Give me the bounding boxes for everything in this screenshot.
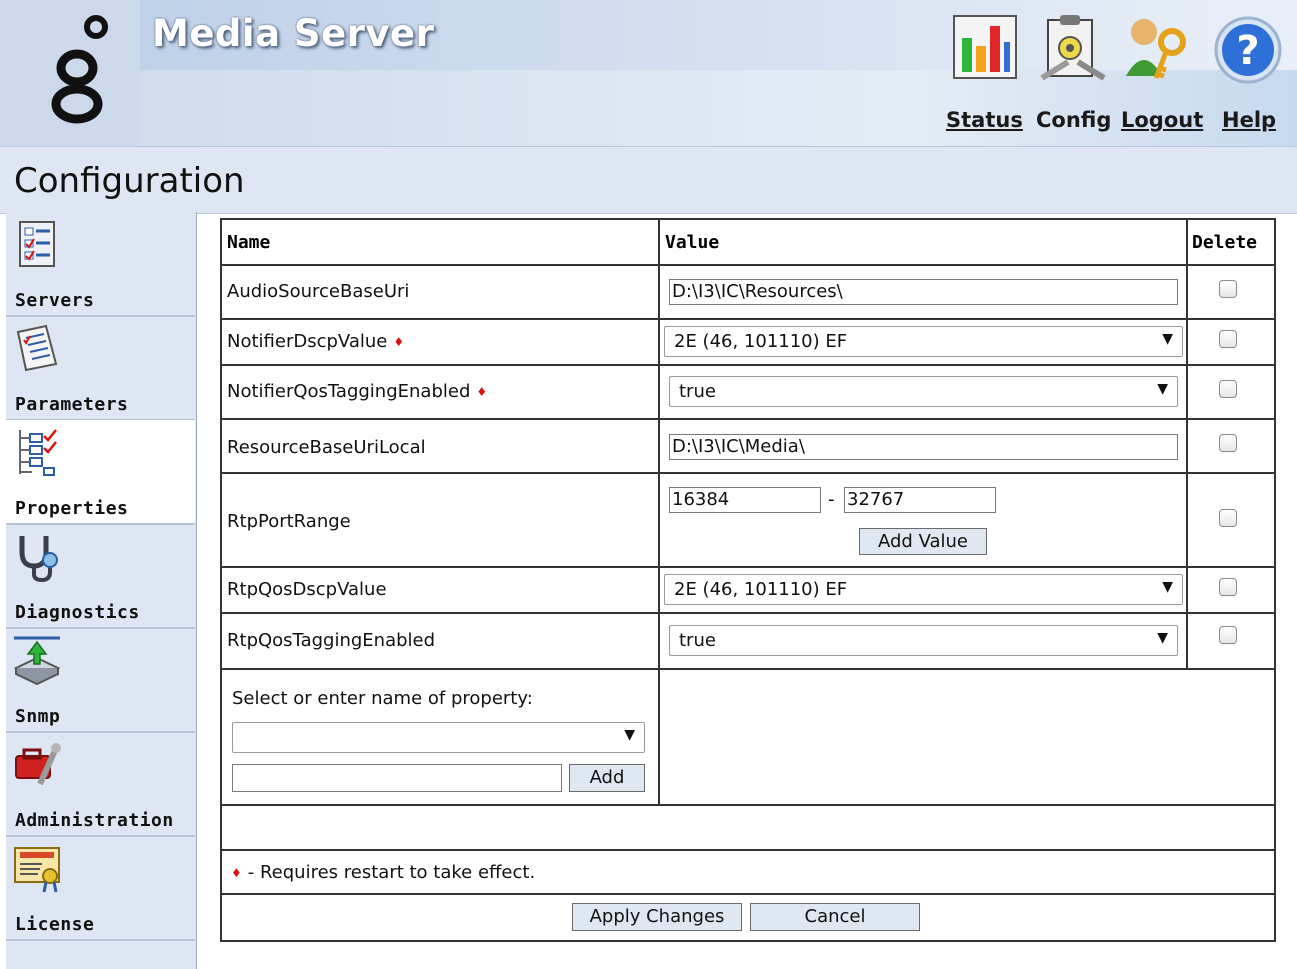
property-name-select[interactable]: ▼ (232, 722, 645, 753)
property-name: RtpQosTaggingEnabled (227, 630, 436, 651)
apply-changes-button[interactable]: Apply Changes (572, 903, 742, 931)
property-name: NotifierDscpValue (227, 331, 388, 352)
spacer-row (222, 806, 1274, 851)
config-clipboard-icon[interactable] (1038, 12, 1110, 84)
sidebar-item-label: Parameters (15, 394, 129, 415)
snmp-network-icon (13, 636, 61, 686)
sidebar-item-label: Snmp (15, 706, 61, 727)
logout-keys-icon[interactable] (1122, 12, 1194, 84)
properties-table: Name Value Delete AudioSourceBaseUri D:\… (220, 218, 1276, 942)
table-row: RtpQosDscpValue 2E (46, 101110) EF ▼ (222, 568, 1274, 614)
properties-tree-icon (19, 429, 57, 476)
table-row: RtpQosTaggingEnabled true ▼ (222, 614, 1274, 670)
column-header-name: Name (227, 232, 271, 253)
dropdown-arrow-icon: ▼ (624, 727, 635, 743)
sidebar-item-parameters[interactable]: Parameters (6, 316, 195, 421)
add-property-button[interactable]: Add (569, 764, 645, 792)
property-name-input[interactable] (232, 764, 562, 792)
add-property-row: Select or enter name of property: ▼ Add (222, 670, 1274, 806)
table-header-row: Name Value Delete (222, 220, 1274, 266)
rtp-port-range-end-input[interactable]: 32767 (844, 487, 996, 513)
delete-checkbox[interactable] (1219, 380, 1237, 398)
logout-link[interactable]: Logout (1121, 108, 1203, 132)
app-header: Media Server ? Status Config Logout Help (0, 0, 1297, 146)
rtp-qos-dscp-value-select[interactable]: 2E (46, 101110) EF ▼ (664, 574, 1183, 605)
column-header-value: Value (665, 232, 720, 253)
cancel-button[interactable]: Cancel (750, 903, 920, 931)
delete-checkbox[interactable] (1219, 280, 1237, 298)
page-title: Configuration (14, 161, 245, 201)
property-name: ResourceBaseUriLocal (227, 437, 426, 458)
genesys-logo-icon (51, 15, 108, 124)
restart-required-marker: ♦ (231, 866, 242, 880)
table-row: ResourceBaseUriLocal D:\I3\IC\Media\ (222, 420, 1274, 474)
table-row: NotifierDscpValue ♦ 2E (46, 101110) EF ▼ (222, 320, 1274, 366)
toolbox-icon (15, 743, 61, 786)
delete-checkbox[interactable] (1219, 578, 1237, 596)
sidebar-item-label: Diagnostics (15, 602, 140, 623)
dropdown-arrow-icon: ▼ (1157, 630, 1168, 646)
actions-row: Apply Changes Cancel (222, 895, 1274, 938)
footnote-row: ♦ - Requires restart to take effect. (222, 851, 1274, 895)
svg-text:?: ? (1236, 28, 1259, 74)
property-name: NotifierQosTaggingEnabled (227, 381, 471, 402)
config-link[interactable]: Config (1036, 108, 1111, 132)
status-chart-icon[interactable] (950, 12, 1022, 84)
sidebar-item-label: Properties (15, 498, 129, 519)
notifier-dscp-value-select[interactable]: 2E (46, 101110) EF ▼ (664, 326, 1183, 357)
property-name: AudioSourceBaseUri (227, 281, 410, 302)
servers-checklist-icon (19, 221, 55, 267)
add-property-label: Select or enter name of property: (232, 688, 533, 709)
range-separator: - (828, 489, 835, 510)
table-row: NotifierQosTaggingEnabled ♦ true ▼ (222, 366, 1274, 420)
sidebar-item-diagnostics[interactable]: Diagnostics (6, 524, 195, 629)
page-title-bar: Configuration (0, 146, 1297, 214)
dropdown-arrow-icon: ▼ (1157, 381, 1168, 397)
add-value-button[interactable]: Add Value (859, 528, 987, 555)
sidebar-item-label: Administration (15, 810, 174, 831)
column-header-delete: Delete (1192, 232, 1258, 253)
resource-base-uri-local-input[interactable]: D:\I3\IC\Media\ (669, 434, 1178, 460)
property-name: RtpQosDscpValue (227, 579, 387, 600)
status-link[interactable]: Status (946, 108, 1023, 132)
restart-required-marker: ♦ (476, 385, 488, 399)
restart-required-marker: ♦ (393, 335, 405, 349)
dropdown-arrow-icon: ▼ (1162, 579, 1173, 595)
table-row: RtpPortRange 16384 - 32767 Add Value (222, 474, 1274, 568)
property-name: RtpPortRange (227, 511, 351, 532)
delete-checkbox[interactable] (1219, 434, 1237, 452)
help-link[interactable]: Help (1222, 108, 1276, 132)
delete-checkbox[interactable] (1219, 509, 1237, 527)
delete-checkbox[interactable] (1219, 330, 1237, 348)
dropdown-arrow-icon: ▼ (1162, 331, 1173, 347)
table-row: AudioSourceBaseUri D:\I3\IC\Resources\ (222, 266, 1274, 320)
parameters-document-icon (16, 324, 58, 372)
license-certificate-icon (14, 847, 60, 893)
sidebar-item-servers[interactable]: Servers (6, 212, 195, 317)
help-question-icon[interactable]: ? (1212, 14, 1284, 86)
delete-checkbox[interactable] (1219, 626, 1237, 644)
sidebar: Servers Parameters Properties Diagnostic… (6, 212, 197, 969)
app-title: Media Server (152, 12, 435, 55)
stethoscope-icon (19, 536, 58, 582)
sidebar-item-properties[interactable]: Properties (6, 420, 195, 525)
rtp-qos-tagging-select[interactable]: true ▼ (669, 625, 1178, 656)
sidebar-item-label: License (15, 914, 95, 935)
sidebar-item-administration[interactable]: Administration (6, 732, 195, 837)
sidebar-item-license[interactable]: License (6, 836, 195, 941)
restart-footnote: - Requires restart to take effect. (247, 862, 536, 883)
sidebar-item-label: Servers (15, 290, 95, 311)
audio-source-base-uri-input[interactable]: D:\I3\IC\Resources\ (669, 279, 1178, 305)
rtp-port-range-start-input[interactable]: 16384 (669, 487, 821, 513)
notifier-qos-tagging-select[interactable]: true ▼ (669, 376, 1178, 407)
sidebar-item-snmp[interactable]: Snmp (6, 628, 195, 733)
